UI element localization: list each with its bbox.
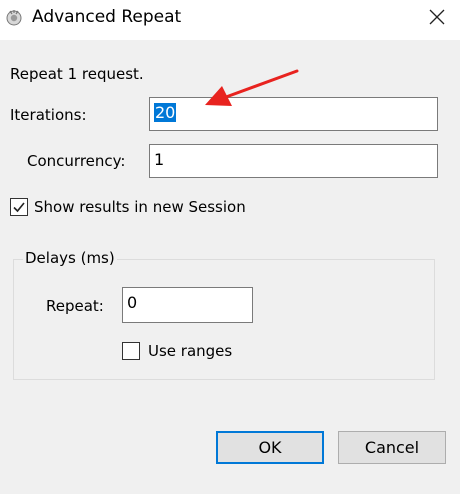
title-bar: Advanced Repeat [0,0,460,36]
iterations-value: 20 [154,103,177,122]
delays-group-title: Delays (ms) [23,249,117,267]
show-results-checkbox[interactable] [10,198,28,216]
use-ranges-checkbox[interactable] [122,342,140,360]
iterations-input[interactable]: 20 [149,97,438,131]
request-count-label: Repeat 1 request. [10,65,144,83]
concurrency-value: 1 [154,150,165,169]
concurrency-label: Concurrency: [27,152,126,170]
delays-groupbox: Delays (ms) Repeat: 0 Use ranges [13,249,435,380]
show-results-label[interactable]: Show results in new Session [34,198,246,216]
repeat-delay-input[interactable]: 0 [122,287,253,323]
ok-button[interactable]: OK [216,431,324,464]
advanced-repeat-dialog: Advanced Repeat Repeat 1 request. Iterat… [0,0,460,494]
fiddler-app-icon [4,7,24,27]
cancel-button[interactable]: Cancel [338,431,446,464]
repeat-delay-label: Repeat: [46,297,104,315]
window-title: Advanced Repeat [32,7,182,27]
dialog-body: Repeat 1 request. Iterations: 20 Concurr… [0,40,460,494]
iterations-label: Iterations: [10,106,87,124]
close-button[interactable] [414,0,460,34]
concurrency-input[interactable]: 1 [149,144,438,178]
checkmark-icon [13,202,25,213]
use-ranges-label[interactable]: Use ranges [148,342,232,360]
repeat-delay-value: 0 [127,293,138,312]
